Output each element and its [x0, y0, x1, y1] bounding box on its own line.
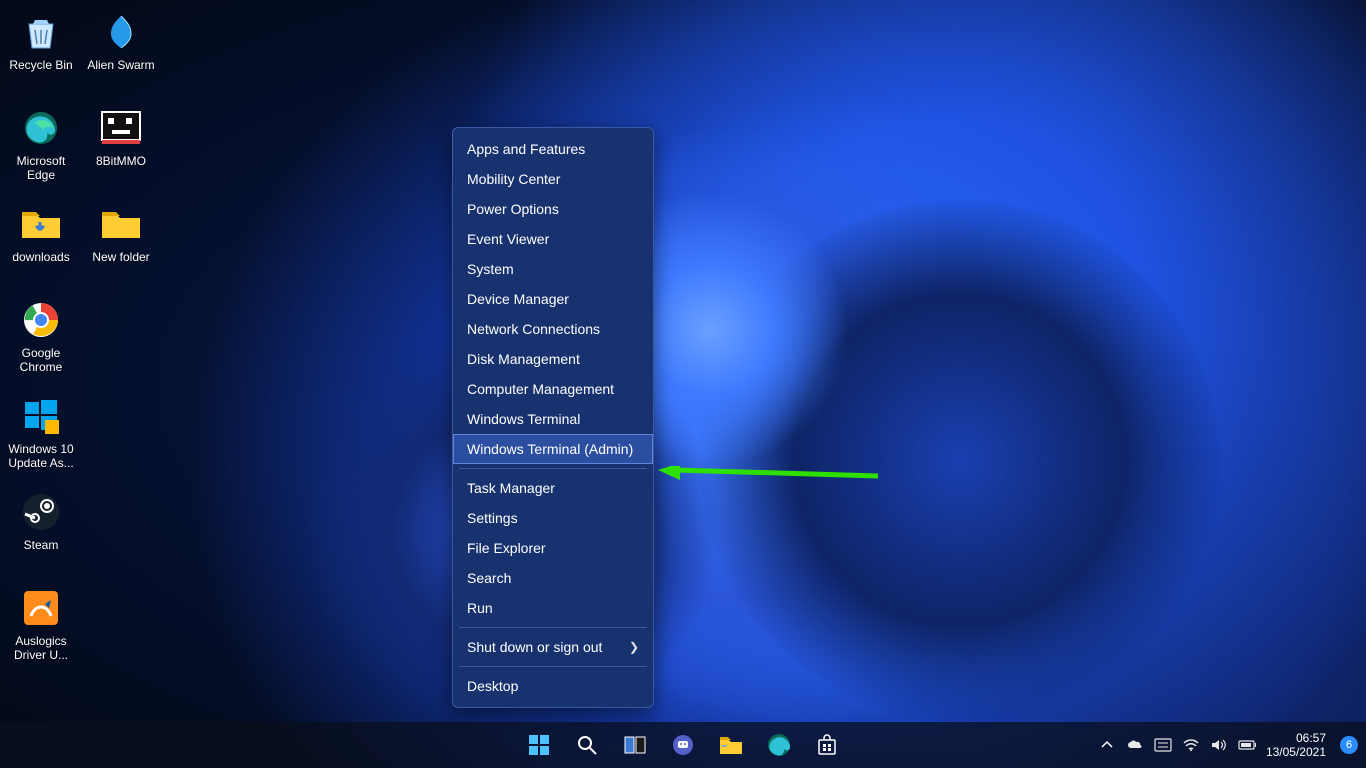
system-tray: 06:57 13/05/2021 6	[1098, 722, 1358, 768]
desktop-icon-new-folder[interactable]: New folder	[84, 198, 158, 294]
search-button[interactable]	[567, 725, 607, 765]
folder-downloads-icon	[19, 202, 63, 246]
folder-icon	[99, 202, 143, 246]
menu-item-windows-terminal[interactable]: Windows Terminal	[453, 404, 653, 434]
8bitmmo-icon	[99, 106, 143, 150]
desktop-icon-alien-swarm[interactable]: Alien Swarm	[84, 6, 158, 102]
file-explorer-button[interactable]	[711, 725, 751, 765]
menu-item-network-connections[interactable]: Network Connections	[453, 314, 653, 344]
menu-separator	[459, 666, 647, 667]
chrome-icon	[19, 298, 63, 342]
desktop-icons-grid: Recycle Bin Alien Swarm Microsoft Edge 8…	[4, 6, 158, 678]
start-button[interactable]	[519, 725, 559, 765]
steam-icon	[19, 490, 63, 534]
chevron-right-icon: ❯	[629, 640, 639, 654]
menu-item-event-viewer[interactable]: Event Viewer	[453, 224, 653, 254]
edge-icon	[19, 106, 63, 150]
menu-item-windows-terminal-admin[interactable]: Windows Terminal (Admin)	[453, 434, 653, 464]
menu-item-label: Settings	[467, 510, 518, 526]
menu-item-label: Disk Management	[467, 351, 580, 367]
menu-item-task-manager[interactable]: Task Manager	[453, 473, 653, 503]
desktop-icon-label: 8BitMMO	[96, 154, 146, 168]
menu-item-shut-down-or-sign-out[interactable]: Shut down or sign out ❯	[453, 632, 653, 662]
menu-item-label: File Explorer	[467, 540, 546, 556]
menu-item-search[interactable]: Search	[453, 563, 653, 593]
menu-item-settings[interactable]: Settings	[453, 503, 653, 533]
menu-item-label: Power Options	[467, 201, 559, 217]
menu-item-label: System	[467, 261, 514, 277]
taskbar-clock[interactable]: 06:57 13/05/2021	[1266, 731, 1330, 759]
desktop-icon-recycle-bin[interactable]: Recycle Bin	[4, 6, 78, 102]
alien-swarm-icon	[99, 10, 143, 54]
menu-item-label: Search	[467, 570, 511, 586]
menu-item-file-explorer[interactable]: File Explorer	[453, 533, 653, 563]
menu-item-apps-and-features[interactable]: Apps and Features	[453, 134, 653, 164]
edge-taskbar-button[interactable]	[759, 725, 799, 765]
winx-context-menu: Apps and Features Mobility Center Power …	[452, 127, 654, 708]
battery-icon[interactable]	[1238, 736, 1256, 754]
desktop-icon-label: Google Chrome	[4, 346, 78, 374]
taskbar-center	[519, 722, 847, 768]
desktop-icon-label: Windows 10 Update As...	[4, 442, 78, 470]
menu-item-label: Computer Management	[467, 381, 614, 397]
menu-item-mobility-center[interactable]: Mobility Center	[453, 164, 653, 194]
desktop-icon-label: Auslogics Driver U...	[4, 634, 78, 662]
desktop-icon-label: New folder	[92, 250, 149, 264]
desktop-icon-edge[interactable]: Microsoft Edge	[4, 102, 78, 198]
desktop-icon-auslogics[interactable]: Auslogics Driver U...	[4, 582, 78, 678]
desktop-wallpaper	[0, 0, 1366, 768]
clock-time: 06:57	[1266, 731, 1326, 745]
menu-item-label: Network Connections	[467, 321, 600, 337]
notification-badge[interactable]: 6	[1340, 736, 1358, 754]
auslogics-icon	[19, 586, 63, 630]
sound-icon[interactable]	[1210, 736, 1228, 754]
desktop-icon-empty	[84, 390, 158, 486]
notification-count: 6	[1346, 739, 1352, 751]
menu-item-label: Task Manager	[467, 480, 555, 496]
menu-item-computer-management[interactable]: Computer Management	[453, 374, 653, 404]
menu-item-power-options[interactable]: Power Options	[453, 194, 653, 224]
task-view-button[interactable]	[615, 725, 655, 765]
menu-item-label: Desktop	[467, 678, 518, 694]
menu-item-desktop[interactable]: Desktop	[453, 671, 653, 701]
menu-item-label: Mobility Center	[467, 171, 560, 187]
annotation-arrow	[658, 466, 888, 486]
desktop-icon-label: downloads	[12, 250, 69, 264]
desktop-icon-win10-update[interactable]: Windows 10 Update As...	[4, 390, 78, 486]
desktop-icon-label: Steam	[24, 538, 59, 552]
menu-item-label: Windows Terminal	[467, 411, 580, 427]
windows-update-icon	[19, 394, 63, 438]
desktop-icon-empty	[84, 294, 158, 390]
desktop-icon-chrome[interactable]: Google Chrome	[4, 294, 78, 390]
recycle-bin-icon	[19, 10, 63, 54]
clock-date: 13/05/2021	[1266, 745, 1326, 759]
desktop-icon-label: Microsoft Edge	[4, 154, 78, 182]
desktop-icon-label: Alien Swarm	[87, 58, 154, 72]
desktop-icon-steam[interactable]: Steam	[4, 486, 78, 582]
menu-item-label: Run	[467, 600, 493, 616]
desktop-icon-empty	[84, 486, 158, 582]
menu-item-label: Event Viewer	[467, 231, 549, 247]
desktop-icon-label: Recycle Bin	[9, 58, 72, 72]
menu-separator	[459, 468, 647, 469]
input-indicator-icon[interactable]	[1154, 736, 1172, 754]
menu-separator	[459, 627, 647, 628]
menu-item-run[interactable]: Run	[453, 593, 653, 623]
menu-item-label: Device Manager	[467, 291, 569, 307]
store-button[interactable]	[807, 725, 847, 765]
desktop-icon-downloads[interactable]: downloads	[4, 198, 78, 294]
menu-item-disk-management[interactable]: Disk Management	[453, 344, 653, 374]
taskbar: 06:57 13/05/2021 6	[0, 722, 1366, 768]
desktop-icon-8bitmmo[interactable]: 8BitMMO	[84, 102, 158, 198]
chat-button[interactable]	[663, 725, 703, 765]
onedrive-icon[interactable]	[1126, 736, 1144, 754]
menu-item-system[interactable]: System	[453, 254, 653, 284]
menu-item-device-manager[interactable]: Device Manager	[453, 284, 653, 314]
menu-item-label: Apps and Features	[467, 141, 585, 157]
wifi-icon[interactable]	[1182, 736, 1200, 754]
menu-item-label: Shut down or sign out	[467, 639, 602, 655]
tray-overflow-button[interactable]	[1098, 736, 1116, 754]
menu-item-label: Windows Terminal (Admin)	[467, 441, 633, 457]
